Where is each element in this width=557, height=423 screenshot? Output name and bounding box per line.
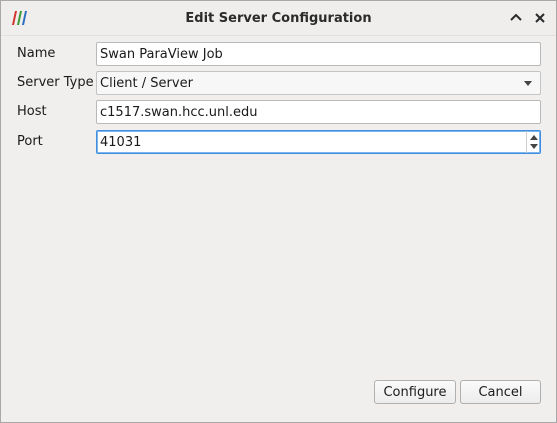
dialog-title: Edit Server Configuration bbox=[185, 11, 372, 26]
server-type-label: Server Type bbox=[17, 75, 94, 90]
name-label: Name bbox=[17, 46, 56, 61]
chevron-up-icon[interactable] bbox=[508, 10, 524, 26]
configure-button[interactable]: Configure bbox=[374, 380, 456, 404]
title-bar[interactable]: Edit Server Configuration bbox=[1, 1, 556, 36]
port-stepper[interactable] bbox=[526, 131, 540, 153]
host-label: Host bbox=[17, 104, 47, 119]
server-type-value: Client / Server bbox=[100, 76, 193, 91]
port-spinbox[interactable]: 41031 bbox=[96, 130, 541, 154]
name-input[interactable]: Swan ParaView Job bbox=[96, 42, 541, 66]
host-input[interactable]: c1517.swan.hcc.unl.edu bbox=[96, 100, 541, 124]
server-type-row: Server Type Client / Server bbox=[1, 71, 556, 95]
chevron-down-icon[interactable] bbox=[524, 81, 532, 86]
spin-up-icon[interactable] bbox=[530, 135, 538, 140]
server-type-select[interactable]: Client / Server bbox=[96, 71, 541, 95]
name-row: Name Swan ParaView Job bbox=[1, 42, 556, 66]
cancel-button[interactable]: Cancel bbox=[460, 380, 541, 404]
port-value: 41031 bbox=[100, 135, 142, 150]
spin-down-icon[interactable] bbox=[530, 144, 538, 149]
edit-server-configuration-dialog: Edit Server Configuration Name Swan Para… bbox=[0, 0, 557, 423]
host-row: Host c1517.swan.hcc.unl.edu bbox=[1, 100, 556, 124]
port-label: Port bbox=[17, 134, 43, 149]
port-row: Port 41031 bbox=[1, 130, 556, 154]
close-icon[interactable] bbox=[532, 10, 548, 26]
